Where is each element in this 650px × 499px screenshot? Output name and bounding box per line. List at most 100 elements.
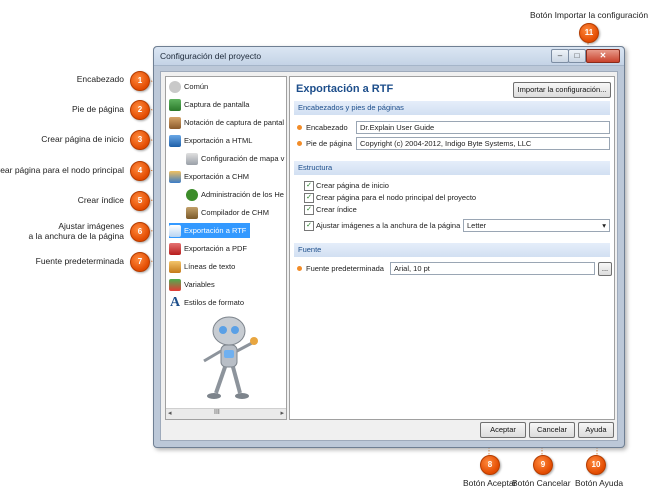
section-font: Fuente	[294, 243, 610, 257]
maximize-button[interactable]: □	[568, 49, 586, 63]
nav-item-text-lines[interactable]: Líneas de texto	[169, 259, 235, 274]
import-settings-button[interactable]: Importar la configuración...	[513, 82, 611, 98]
chm-compiler-icon	[186, 207, 198, 220]
scroll-thumb[interactable]: III	[214, 409, 220, 416]
fit-images-checkbox[interactable]: ✓	[304, 221, 314, 231]
callout-footer-label: Pie de página	[72, 104, 124, 114]
callout-marker	[297, 141, 302, 146]
annotation-icon	[169, 117, 181, 130]
nav-label: Exportación a RTF	[184, 226, 247, 235]
callout-badge-5: 5	[130, 191, 150, 211]
nav-item-chm-export[interactable]: Exportación a CHM	[169, 169, 249, 184]
nav-item-rtf-export[interactable]: Exportación a RTF	[169, 223, 251, 238]
callout-badge-2: 2	[130, 100, 150, 120]
scroll-left-arrow-icon[interactable]: ◂	[168, 409, 172, 417]
index-checkbox[interactable]: ✓	[304, 205, 314, 215]
nav-item-common[interactable]: Común	[169, 79, 208, 94]
nav-label: Compilador de CHM	[201, 208, 269, 217]
nav-item-variables[interactable]: Variables	[169, 277, 215, 292]
ok-button[interactable]: Aceptar	[480, 422, 526, 438]
minimize-button[interactable]: –	[551, 49, 569, 63]
nav-label: Variables	[184, 280, 215, 289]
callout-fit-images-label-2: a la anchura de la página	[28, 231, 124, 241]
help-button[interactable]: Ayuda	[578, 422, 614, 438]
rtf-export-settings: Exportación a RTF Importar la configurac…	[289, 76, 615, 420]
nav-label: Notación de captura de pantal	[184, 118, 285, 127]
font-browse-button[interactable]: ...	[598, 262, 612, 276]
callout-badge-7: 7	[130, 252, 150, 272]
rtf-export-icon	[169, 225, 181, 238]
callout-badge-10: 10	[586, 455, 606, 475]
callout-start-page-label: Crear página de inicio	[41, 134, 124, 144]
index-label: Crear índice	[316, 205, 357, 214]
root-node-page-label: Crear página para el nodo principal del …	[316, 193, 477, 202]
paper-size-select[interactable]: Letter ▾	[463, 219, 610, 232]
id-icon	[186, 189, 198, 202]
callout-badge-4: 4	[130, 161, 150, 181]
callout-badge-9: 9	[533, 455, 553, 475]
chm-export-icon	[169, 171, 181, 184]
nav-label: Exportación a HTML	[184, 136, 253, 145]
chevron-down-icon[interactable]: ▾	[602, 220, 606, 231]
callout-root-node-label: Crear página para el nodo principal	[0, 165, 124, 175]
nav-label: Configuración de mapa v	[201, 154, 285, 163]
callout-fit-images-label-1: Ajustar imágenes	[58, 221, 124, 231]
callout-ok-label: Botón Aceptar	[463, 478, 517, 488]
dialog-body: Común Captura de pantalla Notación de ca…	[160, 71, 618, 441]
common-icon	[169, 81, 181, 94]
nav-item-screenshot[interactable]: Captura de pantalla	[169, 97, 249, 112]
callout-badge-6: 6	[130, 222, 150, 242]
default-font-field[interactable]: Arial, 10 pt	[390, 262, 595, 275]
header-field[interactable]: Dr.Explain User Guide	[356, 121, 610, 134]
window-title: Configuración del proyecto	[160, 51, 262, 61]
section-structure: Estructura	[294, 161, 610, 175]
paper-size-value: Letter	[467, 221, 487, 230]
callout-badge-3: 3	[130, 130, 150, 150]
nav-label: Exportación a CHM	[184, 172, 250, 181]
nav-label: Líneas de texto	[184, 262, 236, 271]
nav-label: Común	[184, 82, 209, 91]
section-headers-footers: Encabezados y pies de páginas	[294, 101, 610, 115]
nav-label: Estilos de formato	[184, 298, 245, 307]
variables-icon	[169, 279, 181, 292]
html-export-icon	[169, 135, 181, 148]
callout-badge-11: 11	[579, 23, 599, 43]
callout-import-label: Botón Importar la configuración	[530, 10, 649, 20]
callout-marker	[297, 125, 302, 130]
nav-item-chm-compiler[interactable]: Compilador de CHM	[186, 205, 269, 220]
nav-item-format-styles[interactable]: A Estilos de formato	[169, 295, 244, 310]
title-bar: Configuración del proyecto – □ ✕	[154, 47, 624, 66]
footer-field[interactable]: Copyright (c) 2004-2012, Indigo Byte Sys…	[356, 137, 610, 150]
nav-item-map-config[interactable]: Configuración de mapa v	[186, 151, 284, 166]
robot-mascot-icon	[203, 316, 258, 399]
nav-item-id-management[interactable]: Administración de los He	[186, 187, 284, 202]
cancel-button[interactable]: Cancelar	[529, 422, 575, 438]
settings-tree: Común Captura de pantalla Notación de ca…	[165, 76, 287, 420]
nav-item-annotation[interactable]: Notación de captura de pantal	[169, 115, 284, 130]
callout-default-font-label: Fuente predeterminada	[35, 256, 124, 266]
text-lines-icon	[169, 261, 181, 274]
format-styles-icon: A	[169, 295, 181, 311]
callout-cancel-label: Botón Cancelar	[512, 478, 571, 488]
tree-horizontal-scrollbar[interactable]: ◂ III ▸	[166, 408, 286, 419]
page-title: Exportación a RTF	[296, 83, 394, 95]
callout-help-label: Botón Ayuda	[575, 478, 624, 488]
root-node-page-checkbox[interactable]: ✓	[304, 193, 314, 203]
close-button[interactable]: ✕	[586, 49, 620, 63]
pdf-export-icon	[169, 243, 181, 256]
callout-badge-1: 1	[130, 71, 150, 91]
callout-header-label: Encabezado	[76, 74, 124, 84]
nav-label: Captura de pantalla	[184, 100, 250, 109]
fit-images-label: Ajustar imágenes a la anchura de la pági…	[316, 221, 461, 230]
scroll-right-arrow-icon[interactable]: ▸	[280, 409, 284, 417]
project-settings-window: Configuración del proyecto – □ ✕ Común C…	[153, 46, 625, 448]
nav-label: Exportación a PDF	[184, 244, 247, 253]
nav-label: Administración de los He	[201, 190, 284, 199]
callout-index-label: Crear índice	[77, 195, 124, 205]
callout-marker	[297, 266, 302, 271]
nav-item-html-export[interactable]: Exportación a HTML	[169, 133, 252, 148]
start-page-label: Crear página de inicio	[316, 181, 389, 190]
start-page-checkbox[interactable]: ✓	[304, 181, 314, 191]
screenshot-icon	[169, 99, 181, 112]
nav-item-pdf-export[interactable]: Exportación a PDF	[169, 241, 247, 256]
